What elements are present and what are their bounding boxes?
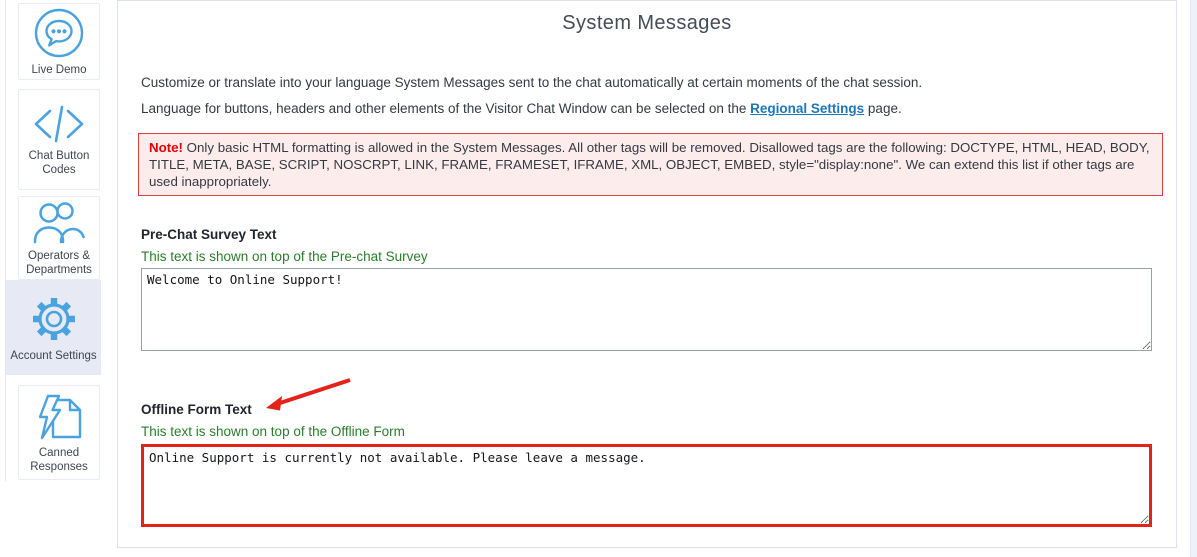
system-messages-panel: System Messages Customize or translate i… xyxy=(117,0,1177,548)
intro-paragraph-2: Language for buttons, headers and other … xyxy=(141,101,902,116)
sidebar-item-chat-button-codes[interactable]: Chat Button Codes xyxy=(18,89,100,190)
chat-bubble-icon xyxy=(33,7,85,59)
sidebar-item-label: Chat Button Codes xyxy=(19,149,99,177)
red-annotation-arrow xyxy=(256,373,360,417)
page-scrollbar[interactable] xyxy=(1190,0,1197,557)
note-label: Note! xyxy=(149,140,183,155)
sidebar-item-label: Operators & Departments xyxy=(19,249,99,277)
offline-form-text-label: Offline Form Text xyxy=(141,402,252,417)
pre-chat-survey-textarea[interactable]: Welcome to Online Support! xyxy=(141,268,1152,351)
sidebar-item-live-demo[interactable]: Live Demo xyxy=(18,3,100,80)
intro-paragraph-2-before: Language for buttons, headers and other … xyxy=(141,101,750,116)
pre-chat-survey-text-label: Pre-Chat Survey Text xyxy=(141,227,277,242)
gear-icon xyxy=(28,293,80,345)
sidebar: Live Demo Chat Button Codes Operators & … xyxy=(5,0,101,481)
sidebar-item-label: Live Demo xyxy=(30,63,89,77)
code-icon xyxy=(31,103,87,145)
users-icon xyxy=(31,199,87,245)
sidebar-item-label: Canned Responses xyxy=(19,446,99,474)
sidebar-item-account-settings[interactable]: Account Settings xyxy=(6,280,101,375)
pre-chat-survey-help-text: This text is shown on top of the Pre-cha… xyxy=(141,249,428,264)
intro-paragraph-2-after: page. xyxy=(864,101,902,116)
sidebar-item-canned-responses[interactable]: Canned Responses xyxy=(18,385,100,480)
offline-form-textarea[interactable]: Online Support is currently not availabl… xyxy=(141,444,1152,527)
page-title: System Messages xyxy=(118,12,1176,35)
offline-form-help-text: This text is shown on top of the Offline… xyxy=(141,424,405,439)
note-box: Note! Only basic HTML formatting is allo… xyxy=(138,133,1163,196)
regional-settings-link[interactable]: Regional Settings xyxy=(750,101,864,116)
lightning-document-icon xyxy=(31,392,87,442)
sidebar-item-operators-departments[interactable]: Operators & Departments xyxy=(18,196,100,280)
intro-paragraph-1: Customize or translate into your languag… xyxy=(141,75,922,90)
sidebar-item-label: Account Settings xyxy=(8,349,98,363)
note-text: Only basic HTML formatting is allowed in… xyxy=(149,140,1150,189)
